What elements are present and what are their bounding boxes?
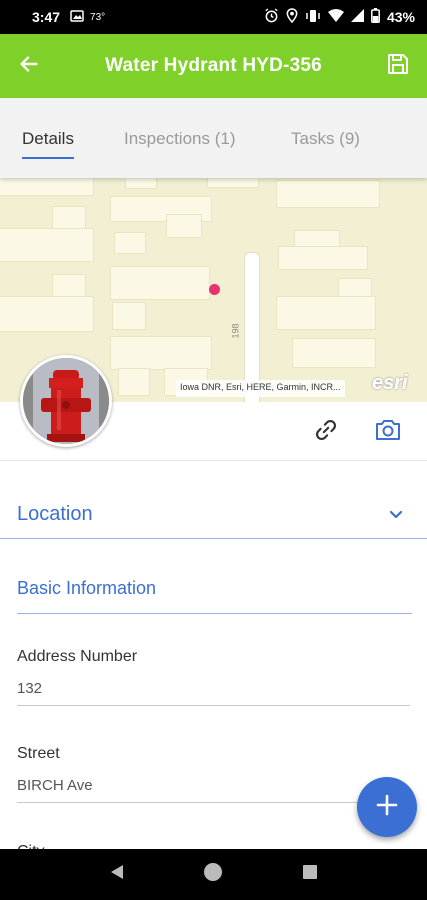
tab-details[interactable]: Details (22, 129, 74, 159)
map-building (110, 266, 210, 300)
tab-inspections[interactable]: Inspections (1) (124, 129, 236, 149)
map-building (118, 368, 150, 396)
avatar[interactable] (20, 355, 112, 447)
map-building (0, 178, 94, 196)
plus-icon (375, 793, 399, 822)
esri-logo: esri (372, 372, 408, 394)
street-field: Street BIRCH Ave (17, 745, 410, 803)
map-pin[interactable] (209, 284, 220, 295)
map-building (276, 180, 380, 208)
map-building (114, 232, 146, 254)
map-building (0, 228, 94, 262)
map-attribution: Iowa DNR, Esri, HERE, Garmin, INCR... (176, 380, 345, 397)
photo-icon (70, 9, 84, 25)
map-building (278, 246, 368, 270)
system-nav-bar (0, 849, 427, 900)
hydrant-photo (23, 358, 109, 444)
page-title: Water Hydrant HYD-356 (105, 55, 322, 76)
tab-tasks[interactable]: Tasks (9) (291, 129, 360, 149)
link-icon (313, 417, 339, 448)
camera-icon (374, 418, 402, 447)
battery-icon (371, 8, 380, 26)
status-time: 3:47 (32, 9, 61, 25)
map-road-label: 198 (230, 323, 241, 339)
map-building (207, 178, 259, 188)
add-button[interactable] (357, 777, 417, 837)
chevron-down-icon (387, 505, 405, 528)
map-building (110, 336, 212, 370)
map-building (292, 338, 376, 368)
address-number-input[interactable]: 132 (17, 680, 410, 706)
vibrate-icon (305, 9, 321, 26)
nav-home-icon[interactable] (202, 861, 224, 888)
status-battery: 43% (386, 9, 415, 25)
map-building (276, 296, 376, 330)
map-building (52, 274, 86, 298)
wifi-icon (327, 9, 344, 25)
basic-information-header: Basic Information (17, 578, 412, 614)
nav-recents-icon[interactable] (301, 863, 319, 886)
status-temperature: 73° (90, 11, 106, 23)
location-icon (286, 8, 298, 26)
map-building (0, 296, 94, 332)
map-building (125, 178, 157, 189)
link-button[interactable] (310, 416, 342, 448)
app-bar: Water Hydrant HYD-356 (0, 34, 427, 98)
map-building (112, 302, 146, 330)
location-section-header[interactable]: Location (0, 495, 427, 539)
nav-back-icon[interactable] (108, 863, 126, 886)
street-input[interactable]: BIRCH Ave (17, 777, 410, 803)
back-button[interactable] (0, 34, 58, 98)
map-building (338, 278, 372, 298)
status-bar: 3:47 73° 43% (0, 0, 427, 34)
address-number-field: Address Number 132 (17, 648, 410, 706)
street-label: Street (17, 745, 60, 762)
save-button[interactable] (369, 34, 427, 98)
arrow-left-icon (18, 53, 40, 80)
map-building (166, 214, 202, 238)
map-building (52, 206, 86, 230)
divider (0, 460, 427, 461)
signal-icon (350, 9, 364, 25)
camera-button[interactable] (372, 416, 404, 448)
location-label: Location (17, 503, 93, 525)
tab-bar: Details Inspections (1) Tasks (9) (0, 98, 427, 178)
save-icon (386, 52, 410, 81)
address-number-label: Address Number (17, 648, 138, 665)
basic-information-label: Basic Information (17, 578, 157, 598)
alarm-icon (264, 8, 279, 26)
